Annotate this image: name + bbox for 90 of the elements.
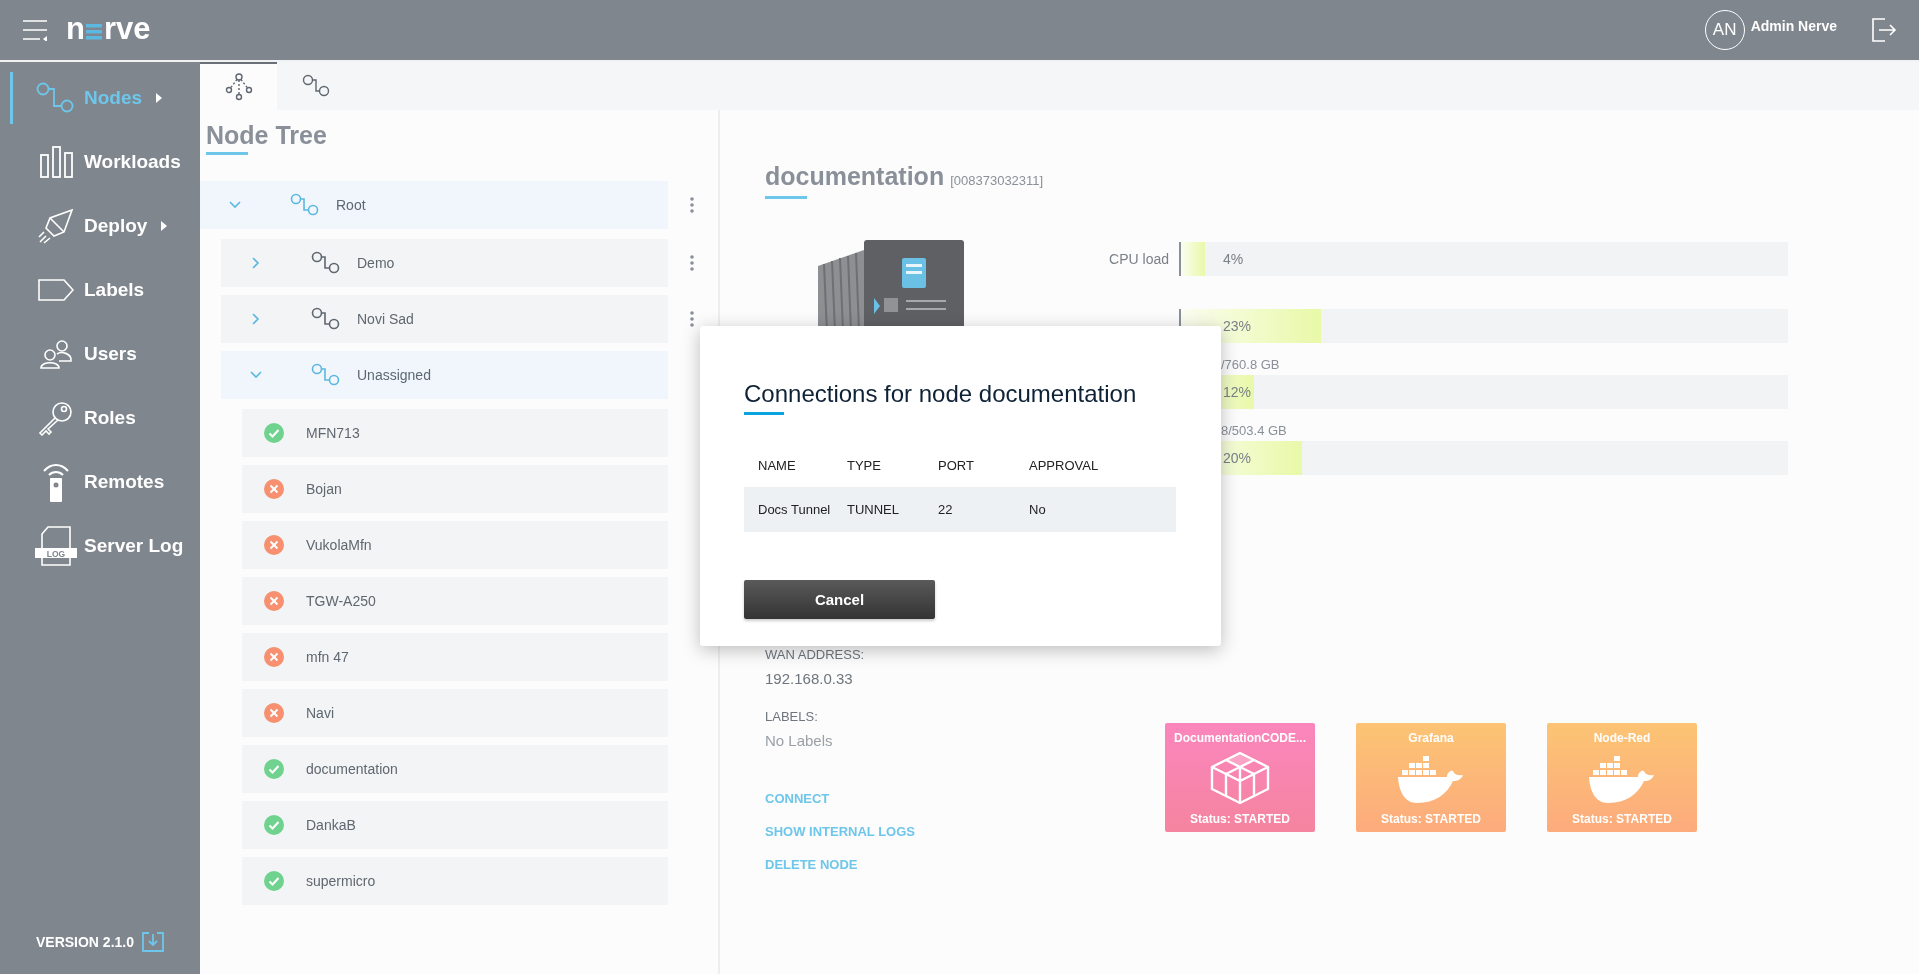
- action-link[interactable]: SHOW INTERNAL LOGS: [765, 824, 915, 839]
- users-icon: [39, 339, 73, 369]
- serial-number: [008373032311]: [950, 173, 1044, 188]
- version-label: VERSION 2.1.0: [35, 934, 134, 950]
- cancel-button[interactable]: Cancel: [744, 580, 935, 619]
- node-icon: [311, 363, 341, 387]
- sidebar-item[interactable]: Workloads: [0, 130, 200, 194]
- node-name: DankaB: [306, 817, 356, 833]
- workload-status: Status: STARTED: [1190, 812, 1290, 826]
- sidebar-item[interactable]: Users: [0, 322, 200, 386]
- download-icon[interactable]: [142, 932, 164, 952]
- action-link[interactable]: DELETE NODE: [765, 857, 858, 872]
- metric-value: 23%: [1223, 318, 1252, 334]
- tree-node[interactable]: TGW-A250: [242, 577, 668, 625]
- tree-node[interactable]: supermicro: [242, 857, 668, 905]
- metric-label: /760.8 GB: [1220, 357, 1281, 374]
- tree-node[interactable]: Bojan: [242, 465, 668, 513]
- workload-status: Status: STARTED: [1572, 812, 1672, 826]
- metric-label: 8/503.4 GB: [1220, 423, 1288, 440]
- table-cell: 22: [924, 487, 1015, 532]
- field-value: 192.168.0.33: [765, 670, 854, 687]
- node-name: mfn 47: [306, 649, 349, 665]
- workload-name: Grafana: [1408, 731, 1454, 745]
- action-link[interactable]: CONNECT: [765, 791, 830, 806]
- nerve-logo[interactable]: n rve: [66, 15, 166, 45]
- node-icon: [290, 193, 320, 217]
- table-cell: Docs Tunnel: [744, 487, 833, 532]
- bar-chart-icon: [39, 145, 73, 179]
- tree-icon: [224, 73, 253, 101]
- workload-name: DocumentationCODE...: [1174, 731, 1306, 745]
- dialog-title: Connections for node documentation: [744, 380, 1138, 408]
- more-icon[interactable]: [690, 197, 694, 213]
- column-header: TYPE: [833, 443, 924, 487]
- column-header: APPROVAL: [1015, 443, 1176, 487]
- metric-label: CPU load: [1108, 250, 1170, 269]
- metric-value: 12%: [1223, 384, 1252, 400]
- sidebar-item[interactable]: Labels: [0, 258, 200, 322]
- section-title: Node Tree: [206, 120, 328, 151]
- metric-value: 4%: [1223, 251, 1244, 267]
- table-cell: No: [1015, 487, 1176, 532]
- node-name: MFN713: [306, 425, 360, 441]
- node-name: VukolaMfn: [306, 537, 372, 553]
- logout-icon[interactable]: [1871, 17, 1897, 43]
- menu-icon[interactable]: [22, 19, 48, 41]
- column-header: NAME: [744, 443, 833, 487]
- user-name[interactable]: Admin Nerve: [1750, 18, 1837, 34]
- tree-node[interactable]: MFN713: [242, 409, 668, 457]
- node-name: Navi: [306, 705, 334, 721]
- tree-node[interactable]: VukolaMfn: [242, 521, 668, 569]
- field-label: WAN ADDRESS:: [765, 647, 866, 662]
- tab[interactable]: [200, 62, 277, 110]
- tree-node[interactable]: Novi Sad: [221, 295, 668, 343]
- sidebar-item[interactable]: Deploy: [0, 194, 200, 258]
- table-cell: TUNNEL: [833, 487, 924, 532]
- node-icon: [301, 74, 330, 98]
- tree-node[interactable]: Navi: [242, 689, 668, 737]
- tree-node[interactable]: mfn 47: [242, 633, 668, 681]
- column-header: PORT: [924, 443, 1015, 487]
- sidebar-item[interactable]: Roles: [0, 386, 200, 450]
- sidebar-item[interactable]: LOG Server Log: [0, 514, 200, 578]
- node-title: documentation: [765, 162, 945, 191]
- node-icon: [311, 251, 341, 275]
- node-name: supermicro: [306, 873, 376, 889]
- sidebar-item[interactable]: Nodes: [0, 66, 200, 130]
- rocket-icon: [38, 208, 74, 244]
- sidebar-item[interactable]: Remotes: [0, 450, 200, 514]
- field-label: LABELS:: [765, 709, 819, 724]
- tree-node[interactable]: Unassigned: [221, 351, 668, 399]
- node-name: documentation: [306, 761, 398, 777]
- more-icon[interactable]: [690, 311, 694, 327]
- more-icon[interactable]: [690, 255, 694, 271]
- tree-node[interactable]: Demo: [221, 239, 668, 287]
- whale-icon: [1397, 753, 1465, 804]
- field-value: No Labels: [765, 732, 834, 749]
- cubes-icon: [1208, 750, 1272, 807]
- node-icon: [36, 81, 76, 115]
- whale-icon: [1588, 753, 1656, 804]
- tree-node[interactable]: Root: [200, 181, 668, 229]
- label-icon: [38, 279, 74, 301]
- workload-status: Status: STARTED: [1381, 812, 1481, 826]
- workload-card[interactable]: DocumentationCODE... Status: STARTED: [1165, 723, 1315, 832]
- key-icon: [38, 400, 74, 436]
- metric-value: 20%: [1223, 450, 1252, 466]
- remote-icon: [41, 462, 71, 502]
- tree-node[interactable]: documentation: [242, 745, 668, 793]
- node-icon: [311, 307, 341, 331]
- node-name: Bojan: [306, 481, 342, 497]
- tree-node[interactable]: DankaB: [242, 801, 668, 849]
- workload-name: Node-Red: [1593, 731, 1651, 745]
- node-name: TGW-A250: [306, 593, 376, 609]
